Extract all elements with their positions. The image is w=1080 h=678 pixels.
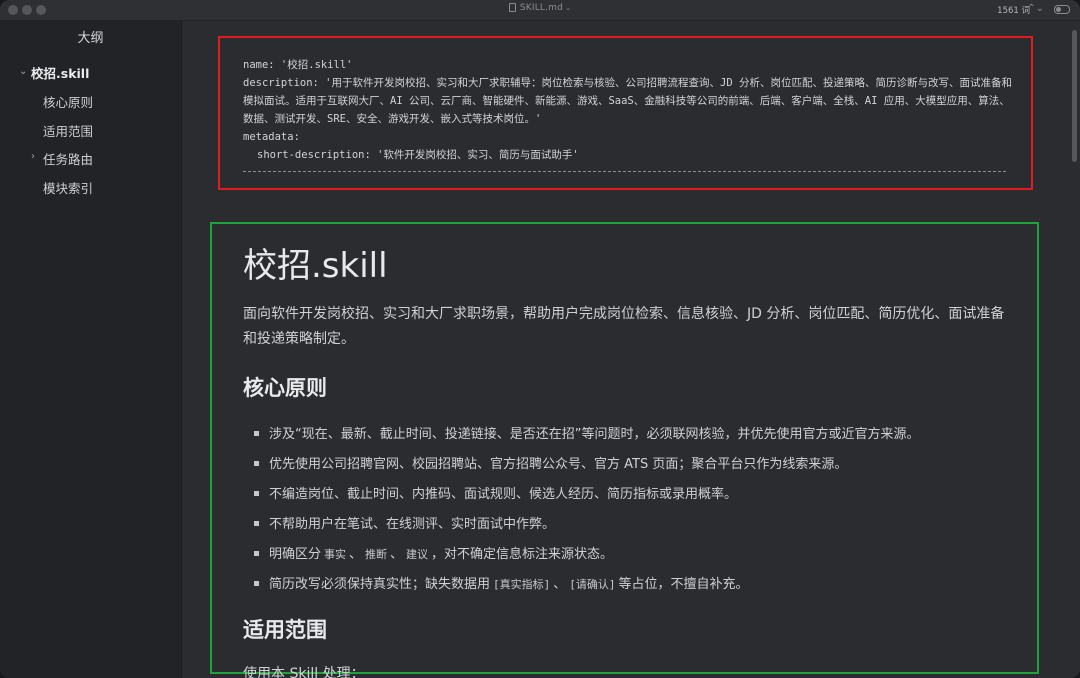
intro-paragraph: 面向软件开发岗校招、实习和大厂求职场景，帮助用户完成岗位检索、信息核验、JD 分… — [243, 306, 1005, 347]
file-icon — [508, 3, 516, 12]
outline-sidebar: 大纲 ⌄ 校招.skill 核心原则 适用范围 › 任务路由 模块索引 — [0, 21, 182, 678]
outline-item-routing[interactable]: 任务路由 — [43, 149, 93, 168]
outline-item-principles[interactable]: 核心原则 — [43, 92, 93, 111]
list-item: 涉及“现在、最新、截止时间、投递链接、是否还在招”等问题时，必须联网核验，并优先… — [254, 423, 919, 442]
title-bar: SKILL.md ⌄ 1561 词 ⌃⌄ — [0, 0, 1080, 21]
word-count[interactable]: 1561 词 — [997, 4, 1030, 16]
bullet-icon — [254, 581, 259, 586]
toggle-icon[interactable] — [1054, 3, 1070, 15]
content-highlight-box — [210, 222, 1039, 674]
inline-code: [请确认] — [569, 578, 616, 591]
inline-code: 推断 — [365, 548, 388, 561]
chevron-right-icon[interactable]: › — [31, 151, 35, 162]
list-item: 不帮助用户在笔试、在线测评、实时面试中作弊。 — [254, 513, 555, 532]
chevron-down-icon[interactable]: ⌄ — [19, 66, 27, 77]
yaml-name-line: name: '校招.skill' — [243, 59, 353, 71]
inline-code: 事实 — [324, 548, 347, 561]
heading-scope: 适用范围 — [243, 618, 327, 642]
bullet-icon — [254, 491, 259, 496]
list-item: 简历改写必须保持真实性；缺失数据用 [真实指标]、 [请确认] 等占位，不擅自补充。 — [254, 573, 749, 592]
list-item: 不编造岗位、截止时间、内推码、面试规则、候选人经历、简历指标或录用概率。 — [254, 483, 737, 502]
document-heading: 校招.skill — [243, 246, 388, 286]
outline-item-scope[interactable]: 适用范围 — [43, 121, 93, 140]
bullet-icon — [254, 461, 259, 466]
editor-window: SKILL.md ⌄ 1561 词 ⌃⌄ 大纲 ⌄ 校招.skill 核心原则 适… — [0, 0, 1080, 678]
stepper-icon[interactable]: ⌃⌄ — [1027, 3, 1044, 14]
document-title[interactable]: SKILL.md ⌄ — [0, 3, 1080, 13]
list-item: 优先使用公司招聘官网、校园招聘站、官方招聘公众号、官方 ATS 页面；聚合平台只… — [254, 453, 847, 472]
yaml-short-description: short-description: '软件开发岗校招、实习、简历与面试助手' — [257, 149, 579, 161]
scope-intro: 使用本 Skill 处理： — [243, 666, 365, 678]
inline-code: 建议 — [406, 548, 429, 561]
yaml-frontmatter[interactable]: name: '校招.skill' description: '用于软件开发岗校招… — [243, 56, 1018, 164]
yaml-description: description: '用于软件开发岗校招、实习和大厂求职辅导：岗位检索与核… — [243, 77, 1012, 125]
frontmatter-divider — [243, 171, 1006, 172]
file-name: SKILL.md — [519, 3, 564, 13]
outline-item-skill[interactable]: 校招.skill — [31, 63, 89, 82]
chevron-down-icon: ⌄ — [565, 4, 572, 12]
outline-item-modules[interactable]: 模块索引 — [43, 178, 93, 197]
bullet-icon — [254, 431, 259, 436]
bullet-icon — [254, 551, 259, 556]
heading-principles: 核心原则 — [243, 376, 327, 400]
yaml-metadata-key: metadata: — [243, 131, 300, 143]
inline-code: [真实指标] — [493, 578, 551, 591]
sidebar-title: 大纲 — [77, 31, 104, 46]
list-item: 明确区分 事实、推断、建议 ，对不确定信息标注来源状态。 — [254, 543, 613, 562]
scrollbar-thumb[interactable] — [1072, 30, 1077, 162]
bullet-icon — [254, 521, 259, 526]
